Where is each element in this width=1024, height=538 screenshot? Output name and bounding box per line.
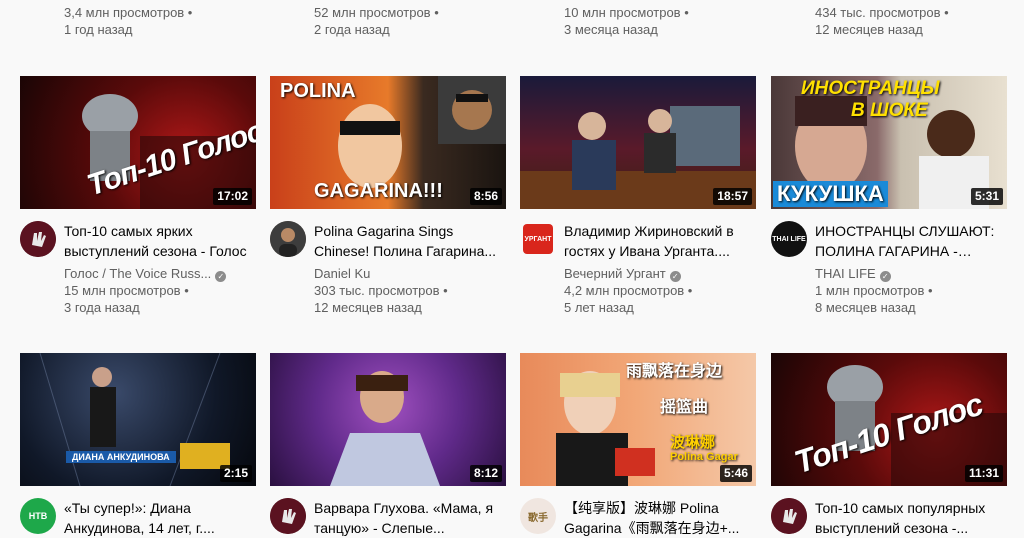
upload-age: 12 месяцев назад <box>815 22 923 37</box>
voice-hand-icon[interactable] <box>20 221 56 257</box>
video-duration: 2:15 <box>219 465 252 482</box>
video-duration: 17:02 <box>213 188 252 205</box>
video-thumbnail[interactable]: Топ-10 Голос 11:31 <box>771 353 1007 486</box>
thumbnail-caption: КУКУШКА <box>773 181 888 207</box>
video-card[interactable]: 18:57 УРГАНТ Владимир Жириновский в гост… <box>520 76 756 316</box>
video-thumbnail[interactable]: POLINA GAGARINA!!! 8:56 <box>270 76 506 209</box>
upload-age: 1 год назад <box>64 22 133 37</box>
video-thumbnail[interactable]: ИНОСТРАНЦЫ В ШОКЕ КУКУШКА 5:31 <box>771 76 1007 209</box>
channel-label: Daniel Ku <box>314 266 371 281</box>
video-card[interactable]: 8:12 Варвара Глухова. «Мама, я танцую» -… <box>270 353 506 538</box>
video-thumbnail[interactable]: 雨飘落在身边 摇篮曲 波琳娜 Polina Gagar 5:46 <box>520 353 756 486</box>
upload-age: 12 месяцев назад <box>314 300 422 315</box>
channel-label: Вечерний Ургант <box>564 266 666 281</box>
channel-name[interactable]: Daniel Ku <box>314 265 506 282</box>
channel-label: Голос / The Voice Russ... <box>64 266 212 281</box>
video-card[interactable]: POLINA GAGARINA!!! 8:56 Polina Gagarina … <box>270 76 506 316</box>
thumbnail-subtitle: GAGARINA!!! <box>314 180 443 202</box>
view-count: 15 млн просмотров • <box>64 283 189 298</box>
channel-avatar[interactable]: УРГАНТ <box>523 224 553 254</box>
view-count: 1 млн просмотров • <box>815 283 933 298</box>
upload-age: 3 года назад <box>64 300 140 315</box>
verified-icon: ✓ <box>879 271 891 282</box>
view-count: 4,2 млн просмотров • <box>564 283 693 298</box>
upload-age: 5 лет назад <box>564 300 634 315</box>
channel-avatar[interactable]: THAI LIFE <box>771 221 807 257</box>
view-count: 303 тыс. просмотров • <box>314 283 448 298</box>
video-duration: 8:12 <box>469 465 502 482</box>
video-details: Polina Gagarina Sings Chinese! Полина Га… <box>270 221 506 316</box>
channel-name[interactable]: Вечерний Ургант ✓ <box>564 265 756 282</box>
video-thumbnail[interactable]: 18:57 <box>520 76 756 209</box>
video-duration: 5:46 <box>719 465 752 482</box>
video-duration: 11:31 <box>964 465 1003 482</box>
thumbnail-caption: 波琳娜 <box>670 434 716 451</box>
video-card[interactable]: Топ-10 Голос 17:02 Топ-10 самых ярких вы… <box>20 76 256 316</box>
video-title[interactable]: Варвара Глухова. «Мама, я танцую» - Слеп… <box>314 498 506 538</box>
video-title[interactable]: 【纯享版】波琳娜 Polina Gagarina《雨飘落在身边+... <box>564 498 756 538</box>
video-card[interactable]: ДИАНА АНКУДИНОВА 2:15 НТВ «Ты супер!»: Д… <box>20 353 256 538</box>
video-details: НТВ «Ты супер!»: Диана Анкудинова, 14 ле… <box>20 498 256 538</box>
view-count: 3,4 млн просмотров • <box>64 5 193 20</box>
voice-hand-icon[interactable] <box>270 498 306 534</box>
thumbnail-title: 雨飘落在身边 <box>626 363 723 380</box>
video-card[interactable]: ИНОСТРАНЦЫ В ШОКЕ КУКУШКА 5:31 THAI LIFE… <box>771 76 1007 316</box>
video-details: УРГАНТ Владимир Жириновский в гостях у И… <box>520 221 756 316</box>
thumbnail-caption: ДИАНА АНКУДИНОВА <box>66 451 176 463</box>
video-grid: 3,4 млн просмотров • 1 год назад 52 млн … <box>0 0 1024 538</box>
channel-avatar[interactable]: НТВ <box>20 498 56 534</box>
voice-hand-icon[interactable] <box>771 498 807 534</box>
video-thumbnail[interactable]: Топ-10 Голос 17:02 <box>20 76 256 209</box>
verified-icon: ✓ <box>215 271 227 282</box>
video-details: 歌手 【纯享版】波琳娜 Polina Gagarina《雨飘落在身边+... <box>520 498 756 538</box>
channel-label: THAI LIFE <box>815 266 876 281</box>
video-duration: 8:56 <box>469 188 502 205</box>
video-details: Топ-10 самых популярных выступлений сезо… <box>771 498 1007 538</box>
partial-video-meta: 3,4 млн просмотров • 1 год назад <box>64 4 304 38</box>
channel-name[interactable]: Голос / The Voice Russ... ✓ <box>64 265 256 282</box>
upload-age: 3 месяца назад <box>564 22 658 37</box>
video-thumbnail[interactable]: ДИАНА АНКУДИНОВА 2:15 <box>20 353 256 486</box>
video-title[interactable]: Топ-10 самых ярких выступлений сезона - … <box>64 221 256 261</box>
video-details: THAI LIFE ИНОСТРАНЦЫ СЛУШАЮТ: ПОЛИНА ГАГ… <box>771 221 1007 316</box>
video-card[interactable]: Топ-10 Голос 11:31 Топ-10 самых популярн… <box>771 353 1007 538</box>
thumbnail-subtitle: В ШОКЕ <box>851 100 928 121</box>
view-count: 52 млн просмотров • <box>314 5 439 20</box>
video-title[interactable]: Владимир Жириновский в гостях у Ивана Ур… <box>564 221 756 261</box>
person-avatar-icon[interactable] <box>270 221 306 257</box>
video-card[interactable]: 雨飘落在身边 摇篮曲 波琳娜 Polina Gagar 5:46 歌手 【纯享版… <box>520 353 756 538</box>
view-count: 434 тыс. просмотров • <box>815 5 949 20</box>
channel-name[interactable]: THAI LIFE ✓ <box>815 265 1007 282</box>
video-duration: 18:57 <box>713 188 752 205</box>
partial-video-meta: 52 млн просмотров • 2 года назад <box>314 4 554 38</box>
view-count: 10 млн просмотров • <box>564 5 689 20</box>
thumbnail-title: POLINA <box>280 80 356 102</box>
video-details: Топ-10 самых ярких выступлений сезона - … <box>20 221 256 316</box>
channel-avatar[interactable]: 歌手 <box>520 498 556 534</box>
upload-age: 2 года назад <box>314 22 390 37</box>
thumbnail-name: Polina Gagar <box>670 451 738 463</box>
video-title[interactable]: «Ты супер!»: Диана Анкудинова, 14 лет, г… <box>64 498 256 538</box>
partial-video-meta: 10 млн просмотров • 3 месяца назад <box>564 4 804 38</box>
video-title[interactable]: Топ-10 самых популярных выступлений сезо… <box>815 498 1007 538</box>
thumbnail-title: ИНОСТРАНЦЫ <box>801 78 940 99</box>
video-thumbnail[interactable]: 8:12 <box>270 353 506 486</box>
verified-icon: ✓ <box>669 271 681 282</box>
video-details: Варвара Глухова. «Мама, я танцую» - Слеп… <box>270 498 506 538</box>
video-title[interactable]: ИНОСТРАНЦЫ СЛУШАЮТ: ПОЛИНА ГАГАРИНА - КУ… <box>815 221 1007 261</box>
thumbnail-subtitle: 摇篮曲 <box>660 399 709 416</box>
upload-age: 8 месяцев назад <box>815 300 916 315</box>
video-title[interactable]: Polina Gagarina Sings Chinese! Полина Га… <box>314 221 506 261</box>
video-duration: 5:31 <box>970 188 1003 205</box>
partial-video-meta: 434 тыс. просмотров • 12 месяцев назад <box>815 4 1024 38</box>
